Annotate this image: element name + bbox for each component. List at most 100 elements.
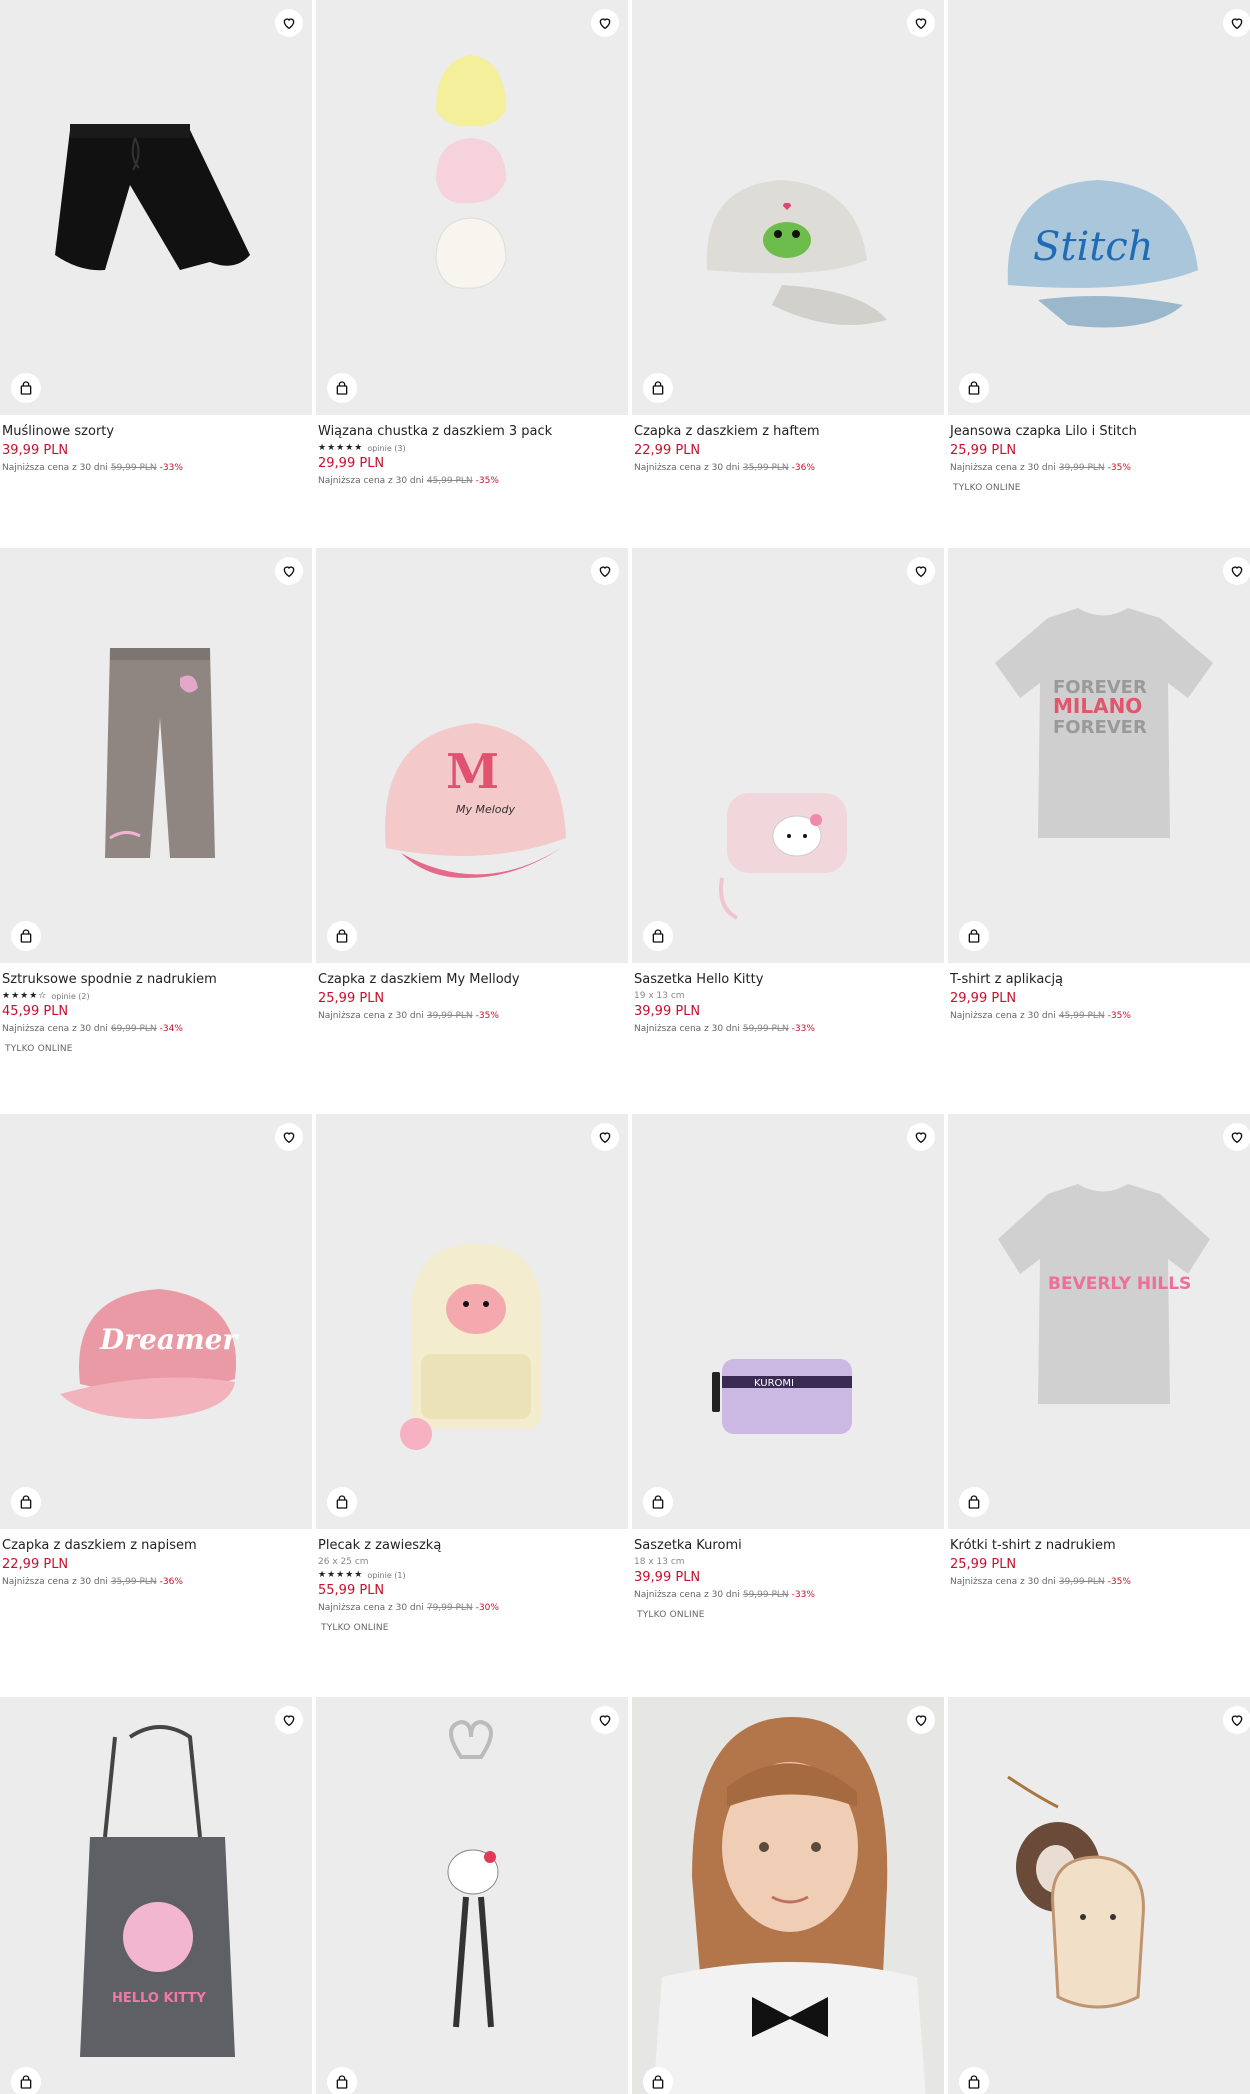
add-to-cart-button[interactable] <box>11 2067 41 2094</box>
favorite-button[interactable] <box>275 557 303 585</box>
product-name[interactable]: Czapka z daszkiem z haftem <box>634 423 942 440</box>
add-to-cart-button[interactable] <box>11 1487 41 1517</box>
product-image[interactable]: FOREVER MILANO FOREVER <box>948 548 1250 963</box>
product-card[interactable]: Muślinowe szorty 39,99 PLN Najniższa cen… <box>0 0 312 473</box>
product-card[interactable] <box>632 1697 944 2094</box>
heart-icon <box>915 566 927 578</box>
product-price: 22,99 PLN <box>634 443 701 458</box>
shopping-bag-icon <box>652 2075 664 2089</box>
favorite-button[interactable] <box>1223 1123 1250 1151</box>
add-to-cart-button[interactable] <box>327 921 357 951</box>
product-card[interactable]: FOREVER MILANO FOREVER T-shirt z aplikac… <box>948 548 1250 1021</box>
rating[interactable]: ★★★★★ opinie (1) <box>318 1570 626 1580</box>
shopping-bag-icon <box>968 2075 980 2089</box>
product-image[interactable] <box>316 0 628 415</box>
favorite-button[interactable] <box>907 9 935 37</box>
add-to-cart-button[interactable] <box>643 1487 673 1517</box>
product-card[interactable]: KUROMI Saszetka Kuromi 18 x 13 cm 39,99 … <box>632 1114 944 1620</box>
product-image[interactable] <box>0 548 312 963</box>
product-card[interactable]: Sztruksowe spodnie z nadrukiem ★★★★☆ opin… <box>0 548 312 1054</box>
shopping-bag-icon <box>968 381 980 395</box>
favorite-button[interactable] <box>907 1123 935 1151</box>
product-image[interactable] <box>632 1697 944 2094</box>
add-to-cart-button[interactable] <box>959 373 989 403</box>
product-card[interactable] <box>316 1697 628 2094</box>
product-card[interactable]: Wiązana chustka z daszkiem 3 pack ★★★★★ o… <box>316 0 628 486</box>
product-card[interactable]: Czapka z daszkiem z haftem 22,99 PLN Naj… <box>632 0 944 473</box>
favorite-button[interactable] <box>591 1706 619 1734</box>
product-image[interactable] <box>948 1697 1250 2094</box>
product-image[interactable]: M My Melody <box>316 548 628 963</box>
product-image[interactable]: Stitch <box>948 0 1250 415</box>
svg-text:FOREVER: FOREVER <box>1053 717 1147 738</box>
product-name[interactable]: Plecak z zawieszką <box>318 1537 626 1554</box>
product-image[interactable] <box>0 0 312 415</box>
add-to-cart-button[interactable] <box>327 1487 357 1517</box>
svg-text:HELLO KITTY: HELLO KITTY <box>112 1991 206 2006</box>
favorite-button[interactable] <box>275 9 303 37</box>
product-name[interactable]: Czapka z daszkiem My Mellody <box>318 971 626 988</box>
product-image[interactable]: BEVERLY HILLS <box>948 1114 1250 1529</box>
heart-icon <box>283 18 295 30</box>
add-to-cart-button[interactable] <box>959 1487 989 1517</box>
product-image[interactable]: KUROMI <box>632 1114 944 1529</box>
product-price: 39,99 PLN <box>2 443 69 458</box>
add-to-cart-button[interactable] <box>327 2067 357 2094</box>
add-to-cart-button[interactable] <box>11 373 41 403</box>
product-name[interactable]: Muślinowe szorty <box>2 423 310 440</box>
favorite-button[interactable] <box>275 1706 303 1734</box>
rating[interactable]: ★★★★☆ opinie (2) <box>2 991 310 1001</box>
favorite-button[interactable] <box>591 557 619 585</box>
product-name[interactable]: Jeansowa czapka Lilo i Stitch <box>950 423 1250 440</box>
product-name[interactable]: Saszetka Hello Kitty <box>634 971 942 988</box>
product-image[interactable] <box>632 0 944 415</box>
trousers-illustration <box>105 648 215 858</box>
product-name[interactable]: Saszetka Kuromi <box>634 1537 942 1554</box>
shopping-bag-icon <box>336 381 348 395</box>
product-name[interactable]: Sztruksowe spodnie z nadrukiem <box>2 971 310 988</box>
favorite-button[interactable] <box>1223 9 1250 37</box>
svg-text:BEVERLY HILLS: BEVERLY HILLS <box>1048 1274 1191 1294</box>
product-price: 25,99 PLN <box>950 1557 1017 1572</box>
favorite-button[interactable] <box>1223 1706 1250 1734</box>
add-to-cart-button[interactable] <box>11 921 41 951</box>
add-to-cart-button[interactable] <box>643 373 673 403</box>
product-name[interactable]: Wiązana chustka z daszkiem 3 pack <box>318 423 626 440</box>
product-image[interactable] <box>316 1114 628 1529</box>
reviews-count: opinie (2) <box>51 991 90 1001</box>
product-card[interactable]: Saszetka Hello Kitty 19 x 13 cm 39,99 PL… <box>632 548 944 1034</box>
add-to-cart-button[interactable] <box>643 921 673 951</box>
add-to-cart-button[interactable] <box>959 921 989 951</box>
favorite-button[interactable] <box>1223 557 1250 585</box>
favorite-button[interactable] <box>591 1123 619 1151</box>
cap-my-melody-illustration: M My Melody <box>385 723 566 878</box>
favorite-button[interactable] <box>275 1123 303 1151</box>
favorite-button[interactable] <box>591 9 619 37</box>
product-card[interactable]: Plecak z zawieszką 26 x 25 cm ★★★★★ opini… <box>316 1114 628 1633</box>
reviews-count: opinie (1) <box>367 1570 406 1580</box>
product-image[interactable]: Dreamer <box>0 1114 312 1529</box>
rating[interactable]: ★★★★★ opinie (3) <box>318 443 626 453</box>
product-card[interactable]: Stitch Jeansowa czapka Lilo i Stitch 25,… <box>948 0 1250 493</box>
product-image[interactable]: HELLO KITTY <box>0 1697 312 2094</box>
add-to-cart-button[interactable] <box>327 373 357 403</box>
lowest-price-info: Najniższa cena z 30 dni 45,99 PLN -35% <box>950 1011 1131 1021</box>
product-card[interactable]: BEVERLY HILLS Krótki t-shirt z nadrukiem… <box>948 1114 1250 1587</box>
product-card[interactable]: HELLO KITTY <box>0 1697 312 2094</box>
lowest-price-info: Najniższa cena z 30 dni 79,99 PLN -30% <box>318 1603 499 1613</box>
product-name[interactable]: Krótki t-shirt z nadrukiem <box>950 1537 1250 1554</box>
product-name[interactable]: Czapka z daszkiem z napisem <box>2 1537 310 1554</box>
add-to-cart-button[interactable] <box>643 2067 673 2094</box>
product-image[interactable] <box>316 1697 628 2094</box>
product-image[interactable] <box>632 548 944 963</box>
keychain-illustration <box>447 1719 499 2028</box>
bandanas-illustration <box>435 55 507 289</box>
product-card[interactable]: M My Melody Czapka z daszkiem My Mellody… <box>316 548 628 1021</box>
product-name[interactable]: T-shirt z aplikacją <box>950 971 1250 988</box>
favorite-button[interactable] <box>907 1706 935 1734</box>
cap-stitch-illustration: Stitch <box>1007 180 1198 328</box>
product-card[interactable]: Dreamer Czapka z daszkiem z napisem 22,9… <box>0 1114 312 1587</box>
add-to-cart-button[interactable] <box>959 2067 989 2094</box>
favorite-button[interactable] <box>907 557 935 585</box>
product-card[interactable] <box>948 1697 1250 2094</box>
